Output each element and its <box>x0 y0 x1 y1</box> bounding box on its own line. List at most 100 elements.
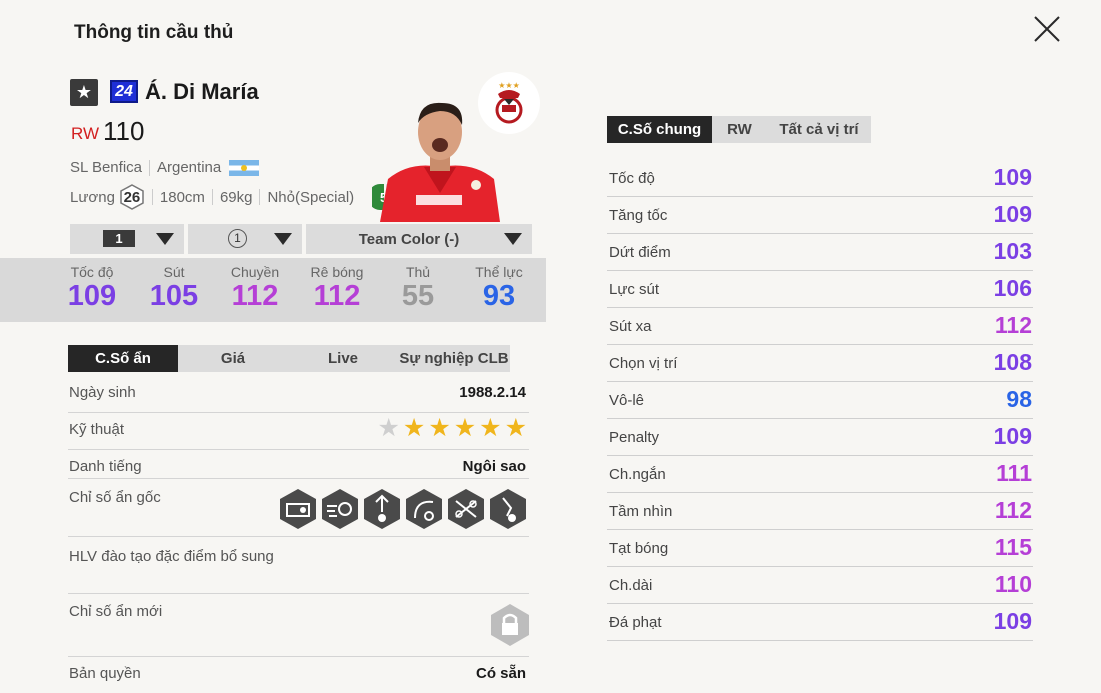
technique-stars: ★ ★ ★ ★ ★ ★ <box>377 415 527 440</box>
left-tab-bar: C.Số ẩn Giá Live Sự nghiệp CLB <box>68 345 510 372</box>
attribute-label: Tầm nhìn <box>609 503 673 520</box>
attribute-row: Tạt bóng 115 <box>607 530 1033 567</box>
benfica-crest-icon: ★★★ <box>478 72 540 134</box>
attribute-row: Dứt điểm 103 <box>607 234 1033 271</box>
star-filled-icon: ★ <box>479 413 502 442</box>
star-filled-icon: ★ <box>402 413 426 442</box>
attribute-label: Dứt điểm <box>609 244 671 261</box>
stat-value: 112 <box>231 280 279 312</box>
attribute-label: Tạt bóng <box>609 540 669 557</box>
player-ovr: 110 <box>103 116 145 146</box>
salary-value: 26 <box>123 188 141 206</box>
stat-label: Rê bóng <box>310 264 364 280</box>
stat-label: Tốc độ <box>70 264 114 280</box>
tab-hidden-stats[interactable]: C.Số ẩn <box>68 345 178 372</box>
summary-stat: Chuyền 112 <box>214 264 296 312</box>
lock-icon <box>491 604 529 646</box>
trait-playmaker-icon[interactable] <box>447 488 485 530</box>
license-row: Bản quyền Có sẵn <box>68 665 529 691</box>
attribute-row: Chọn vị trí 108 <box>607 345 1033 382</box>
tab-live[interactable]: Live <box>288 345 398 372</box>
attribute-value: 106 <box>993 275 1032 301</box>
summary-stat: Thể lực 93 <box>458 264 540 312</box>
attribute-label: Tăng tốc <box>609 207 668 224</box>
tab-price[interactable]: Giá <box>178 345 288 372</box>
height-value: 180cm <box>159 188 205 206</box>
attribute-value: 108 <box>993 349 1032 375</box>
new-traits-label: Chỉ số ẩn mới <box>69 603 163 620</box>
trait-power-header-icon[interactable] <box>363 488 401 530</box>
attribute-row: Đá phạt 109 <box>607 604 1033 641</box>
argentina-flag-icon <box>229 159 260 176</box>
attribute-label: Chọn vị trí <box>609 355 678 372</box>
summary-stats: Tốc độ 109 Sút 105 Chuyền 112 Rê bóng 11… <box>0 258 546 322</box>
player-name: Á. Di María <box>145 79 259 104</box>
new-traits-row: Chỉ số ẩn mới <box>68 603 529 657</box>
hidden-traits-label: Chỉ số ẩn gốc <box>69 489 161 506</box>
player-position: RW <box>71 124 100 143</box>
attribute-value: 111 <box>996 460 1032 486</box>
stat-label: Thủ <box>405 264 431 280</box>
favorite-star-icon[interactable]: ★ <box>70 79 98 106</box>
stat-value: 105 <box>149 280 199 312</box>
attribute-value: 98 <box>1006 386 1032 412</box>
birth-label: Ngày sinh <box>69 384 136 401</box>
star-filled-icon: ★ <box>428 413 451 442</box>
tab-all-positions[interactable]: Tất cả vị trí <box>767 116 871 143</box>
reinforce-value: 1 <box>228 229 247 248</box>
stat-label: Chuyền <box>230 264 280 280</box>
right-tab-bar: C.Số chung RW Tất cả vị trí <box>607 116 871 143</box>
coach-traits-label: HLV đào tạo đặc điểm bổ sung <box>69 548 274 565</box>
salary-badge: 26 <box>119 184 145 210</box>
summary-stat: Sút 105 <box>133 264 215 312</box>
attribute-label: Ch.dài <box>609 577 653 594</box>
club-name: SL Benfica <box>70 159 142 176</box>
chevron-down-icon <box>274 233 292 245</box>
attribute-label: Tốc độ <box>609 170 655 187</box>
attribute-row: Sút xa 112 <box>607 308 1033 345</box>
upgrade-level-select[interactable]: 1 <box>70 224 184 254</box>
attribute-row: Penalty 109 <box>607 419 1033 456</box>
nation-name: Argentina <box>157 159 222 176</box>
tab-club-career[interactable]: Sự nghiệp CLB <box>398 345 510 372</box>
attribute-label: Vô-lê <box>609 392 645 409</box>
technique-label: Kỹ thuật <box>69 421 125 438</box>
birth-row: Ngày sinh 1988.2.14 <box>68 384 529 413</box>
attribute-row: Ch.dài 110 <box>607 567 1033 604</box>
team-color-select[interactable]: Team Color (-) <box>306 224 532 254</box>
chevron-down-icon <box>504 233 522 245</box>
attribute-row: Lực sút 106 <box>607 271 1033 308</box>
star-empty-icon: ★ <box>377 413 400 442</box>
star-filled-icon: ★ <box>453 413 477 442</box>
attribute-value: 110 <box>994 571 1032 597</box>
physical-line: Lương 26 180cm 69kg Nhỏ(Special) <box>70 184 354 210</box>
close-icon[interactable] <box>1030 12 1064 46</box>
attribute-value: 103 <box>993 238 1032 264</box>
coach-traits-row: HLV đào tạo đặc điểm bổ sung <box>68 548 529 594</box>
attribute-value: 112 <box>994 497 1032 523</box>
attribute-label: Ch.ngắn <box>609 466 666 483</box>
summary-stat: Tốc độ 109 <box>51 264 133 312</box>
reinforce-select[interactable]: 1 <box>188 224 302 254</box>
stat-value: 93 <box>482 280 516 312</box>
tab-position-rw[interactable]: RW <box>712 116 767 143</box>
tab-general-stats[interactable]: C.Số chung <box>607 116 712 143</box>
trait-goalkeeper-icon[interactable] <box>279 488 317 530</box>
stat-value: 109 <box>67 280 117 312</box>
dialog-title: Thông tin cầu thủ <box>74 22 234 43</box>
attribute-row: Vô-lê 98 <box>607 382 1033 419</box>
trait-speed-dribbler-icon[interactable] <box>321 488 359 530</box>
team-color-value: Team Color (-) <box>358 230 460 248</box>
summary-stat: Rê bóng 112 <box>296 264 378 312</box>
attribute-value: 112 <box>994 312 1032 338</box>
summary-stat: Thủ 55 <box>377 264 459 312</box>
body-type-value: Nhỏ(Special) <box>267 188 355 206</box>
attribute-row: Tăng tốc 109 <box>607 197 1033 234</box>
attribute-value: 109 <box>993 608 1032 634</box>
trait-curler-icon[interactable] <box>405 488 443 530</box>
technique-row: Kỹ thuật ★ ★ ★ ★ ★ ★ <box>68 415 529 450</box>
trait-acrobat-icon[interactable] <box>489 488 527 530</box>
season-badge: 24 <box>110 80 138 103</box>
birth-value: 1988.2.14 <box>459 384 526 401</box>
license-label: Bản quyền <box>69 665 141 682</box>
